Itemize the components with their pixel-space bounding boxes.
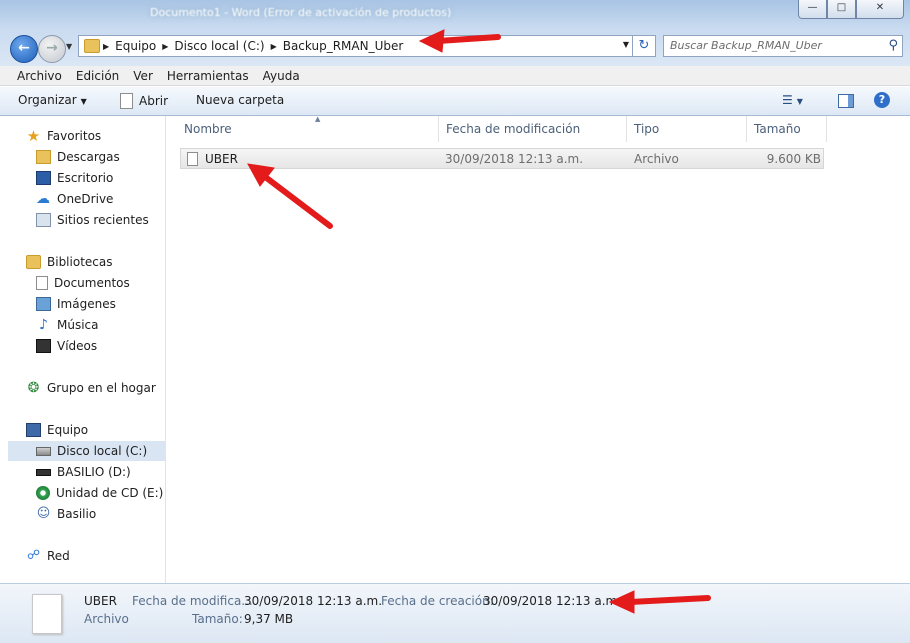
- user-folder-icon: ☺: [36, 506, 51, 521]
- organize-label: Organizar: [18, 93, 77, 107]
- navigation-bar: ← → ▼ ▶ Equipo ▶ Disco local (C:) ▶ Back…: [0, 26, 910, 66]
- address-bar[interactable]: ▶ Equipo ▶ Disco local (C:) ▶ Backup_RMA…: [78, 35, 656, 57]
- document-icon: [120, 93, 133, 109]
- file-list: Nombre ▲ Fecha de modificación Tipo Tama…: [166, 115, 910, 583]
- details-created-value: 30/09/2018 12:13 a.m.: [483, 594, 622, 608]
- cd-drive-icon: [36, 486, 50, 500]
- file-name: UBER: [205, 152, 238, 166]
- breadcrumb-equipo[interactable]: Equipo: [115, 39, 156, 53]
- details-pane: UBER Archivo Fecha de modifica... 30/09/…: [0, 583, 910, 643]
- homegroup-icon: ❂: [27, 380, 40, 396]
- close-button[interactable]: ✕: [856, 0, 904, 19]
- chevron-down-icon: ▼: [796, 97, 803, 106]
- help-icon[interactable]: ?: [874, 92, 890, 108]
- minimize-button[interactable]: —: [798, 0, 827, 19]
- details-file-type: Archivo: [84, 612, 129, 626]
- search-icon[interactable]: ⚲: [888, 38, 898, 53]
- refresh-icon[interactable]: ↻: [632, 36, 655, 56]
- details-modified-value: 30/09/2018 12:13 a.m.: [244, 594, 383, 608]
- navigation-pane: ★ Favoritos Descargas Escritorio ☁ OneDriv…: [0, 116, 166, 583]
- details-modified-label: Fecha de modifica...: [132, 594, 253, 608]
- search-input[interactable]: [668, 38, 872, 53]
- open-button[interactable]: Abrir: [120, 93, 168, 109]
- maximize-button[interactable]: □: [827, 0, 856, 19]
- star-icon: ★: [26, 127, 41, 145]
- column-header-nombre[interactable]: Nombre ▲: [177, 115, 439, 142]
- address-dropdown-icon[interactable]: ▼: [623, 40, 629, 49]
- hard-drive-icon: [36, 446, 51, 456]
- libraries-icon: [26, 255, 41, 269]
- change-view-button[interactable]: ☰ ▼: [782, 93, 803, 107]
- chevron-right-icon[interactable]: ▶: [271, 42, 277, 51]
- file-row[interactable]: UBER 30/09/2018 12:13 a.m. Archivo 9.600…: [180, 148, 824, 169]
- details-file-name: UBER: [84, 594, 117, 608]
- details-view-icon: ☰: [782, 93, 793, 107]
- breadcrumb: ▶ Equipo ▶ Disco local (C:) ▶ Backup_RMA…: [103, 39, 409, 53]
- menu-ver[interactable]: Ver: [126, 66, 160, 85]
- window-title: Documento1 - Word (Error de activación d…: [150, 6, 452, 19]
- file-type: Archivo: [634, 152, 679, 166]
- back-button[interactable]: ←: [10, 35, 38, 63]
- sidebar-item-unidad-cd[interactable]: Unidad de CD (E:) M: [36, 483, 164, 503]
- menu-edicion[interactable]: Edición: [69, 66, 126, 85]
- sort-ascending-icon: ▲: [315, 115, 321, 123]
- pictures-icon: [36, 297, 51, 311]
- chevron-down-icon: ▼: [80, 97, 87, 106]
- folder-icon: [84, 39, 100, 53]
- network-icon: ☍: [26, 548, 41, 563]
- documents-icon: [36, 276, 48, 290]
- breadcrumb-backup-rman-uber[interactable]: Backup_RMAN_Uber: [283, 39, 404, 53]
- menu-ayuda[interactable]: Ayuda: [256, 66, 307, 85]
- preview-pane-icon[interactable]: [838, 94, 854, 108]
- open-label: Abrir: [139, 94, 169, 108]
- forward-button[interactable]: →: [38, 35, 66, 63]
- breadcrumb-disco-local[interactable]: Disco local (C:): [174, 39, 264, 53]
- computer-icon: [26, 423, 41, 437]
- sidebar-item-basilio-d[interactable]: BASILIO (D:): [36, 462, 164, 482]
- column-header-tamano[interactable]: Tamaño: [747, 116, 827, 142]
- details-size-label: Tamaño:: [192, 612, 243, 626]
- sidebar-item-basilio[interactable]: ☺ Basilio: [36, 504, 164, 524]
- sidebar-item-disco-local[interactable]: Disco local (C:): [8, 441, 165, 461]
- details-size-value: 9,37 MB: [244, 612, 294, 626]
- downloads-folder-icon: [36, 150, 51, 164]
- command-bar: Organizar ▼ Abrir Nueva carpeta ☰ ▼ ?: [0, 87, 910, 116]
- menu-archivo[interactable]: Archivo: [10, 66, 69, 85]
- chevron-right-icon[interactable]: ▶: [103, 42, 109, 51]
- window-controls: — □ ✕: [798, 0, 904, 19]
- recent-pages-chevron-icon[interactable]: ▼: [66, 42, 72, 51]
- cloud-icon: ☁: [36, 191, 50, 207]
- new-folder-button[interactable]: Nueva carpeta: [196, 93, 284, 107]
- search-box[interactable]: ⚲: [663, 35, 903, 57]
- details-created-label: Fecha de creación:: [381, 594, 494, 608]
- title-bar: Documento1 - Word (Error de activación d…: [0, 0, 910, 26]
- file-modified: 30/09/2018 12:13 a.m.: [445, 152, 584, 166]
- removable-drive-icon: [36, 468, 51, 476]
- chevron-right-icon[interactable]: ▶: [162, 42, 168, 51]
- video-icon: [36, 339, 51, 353]
- music-icon: ♪: [39, 317, 48, 333]
- column-header-fecha[interactable]: Fecha de modificación: [439, 116, 627, 142]
- file-size: 9.600 KB: [766, 152, 821, 166]
- recent-places-icon: [36, 213, 51, 227]
- menu-bar: Archivo Edición Ver Herramientas Ayuda: [0, 66, 910, 86]
- menu-herramientas[interactable]: Herramientas: [160, 66, 256, 85]
- file-preview-icon: [32, 594, 62, 634]
- column-header-tipo[interactable]: Tipo: [627, 116, 747, 142]
- desktop-icon: [36, 171, 51, 185]
- organize-button[interactable]: Organizar ▼: [18, 93, 87, 107]
- file-icon: [187, 152, 198, 166]
